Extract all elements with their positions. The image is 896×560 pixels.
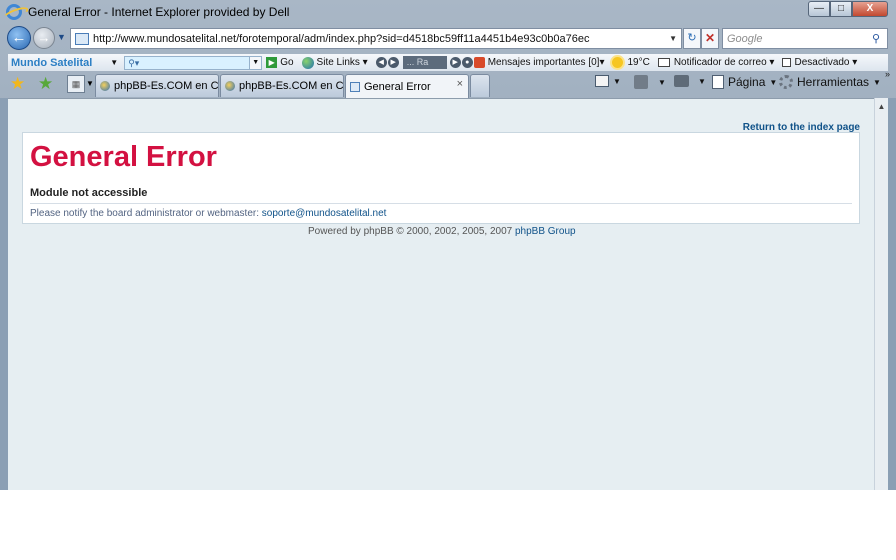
tab-row: ★ ★ ▦ ▼ phpBB-Es.COM en Ca... phpBB-Es.C… [0,69,896,98]
toolbar-brand[interactable]: Mundo Satelital [11,57,92,69]
chevron-down-icon[interactable]: ▼ [110,58,118,67]
chevron-down-icon[interactable]: ▼ [613,77,621,86]
tab-label: phpBB-Es.COM en Ca... [114,80,219,92]
favorites-star-icon[interactable]: ★ [10,75,25,93]
error-subtitle: Module not accessible [30,187,148,199]
toolbar-search-dropdown[interactable]: ▼ [250,55,263,70]
address-input[interactable]: http://www.mundosatelital.net/forotempor… [93,33,669,45]
forward-button[interactable]: → [33,27,55,49]
disabled-icon [782,58,792,67]
blank-area [0,490,896,560]
stop-button[interactable]: ✕ [701,28,719,49]
powered-text: Powered by phpBB © 2000, 2002, 2005, 200… [308,226,515,237]
notify-message: Please notify the board administrator or… [30,208,386,219]
more-commands-icon[interactable]: » [885,69,890,79]
close-tab-icon[interactable]: × [457,78,463,90]
page-favicon-icon [350,81,360,92]
chevron-down-icon[interactable]: ▼ [698,77,706,86]
print-button[interactable]: ▼ [674,75,706,87]
messages-label: Mensajes importantes [487,57,586,68]
window-title: General Error - Internet Explorer provid… [28,5,290,19]
maximize-button[interactable]: □ [830,1,852,17]
sun-icon [612,57,624,68]
navigation-bar: ← → ▼ http://www.mundosatelital.net/foro… [0,25,896,51]
internet-explorer-icon [6,4,22,20]
messages-count: [0] [588,57,600,68]
minimize-button[interactable]: — [808,1,830,17]
add-favorite-icon[interactable]: ★ [38,75,53,93]
go-button[interactable]: Go [280,57,293,68]
tab-2[interactable]: phpBB-Es.COM en Ca... [220,74,344,97]
error-title: General Error [30,141,217,173]
scroll-up-icon[interactable]: ▲ [875,102,888,111]
home-button[interactable]: ▼ [595,75,621,87]
back-button[interactable]: ← [7,26,31,50]
gear-icon [779,75,793,89]
disabled-label: Desactivado [794,57,850,68]
tab-list-dropdown-icon[interactable]: ▼ [86,79,94,88]
window-border-left [0,98,8,490]
address-bar[interactable]: http://www.mundosatelital.net/forotempor… [70,28,682,49]
tools-menu-label: Herramientas [797,75,870,89]
divider [30,203,852,204]
radio-prev-icon[interactable]: ◀ [375,57,387,68]
feed-icon [634,75,648,89]
webmaster-email-link[interactable]: soporte@mundosatelital.net [262,208,387,219]
window-border-right [888,98,896,490]
page-content: Return to the index page General Error M… [8,98,874,490]
quick-tabs-icon[interactable]: ▦ [67,75,85,93]
refresh-button[interactable]: ↻ [683,28,701,49]
search-icon[interactable]: ⚲ [869,32,883,45]
vertical-scrollbar[interactable]: ▲ [874,98,888,490]
phpbb-group-link[interactable]: phpBB Group [515,226,576,237]
page-menu-label: Página [728,75,766,89]
chevron-down-icon: ▼ [873,77,881,87]
new-tab-button[interactable] [470,74,490,97]
page-icon [712,75,724,89]
mundo-satelital-toolbar: Mundo Satelital ▼ ⚲▾ ▼ ▶ Go Site Links ▾… [8,54,888,71]
feeds-button[interactable]: ▼ [634,75,666,89]
title-bar: General Error - Internet Explorer provid… [0,0,896,24]
page-icon [75,32,89,45]
mail-icon [657,58,670,67]
search-input[interactable]: Google [723,33,869,45]
disabled-button[interactable]: Desactivado ▾ [794,57,857,68]
radio-station-select[interactable]: ... Ra [402,56,447,69]
tab-label: phpBB-Es.COM en Ca... [239,80,344,92]
site-links-button[interactable]: Site Links ▾ [317,57,368,68]
radio-next-icon[interactable]: ▶ [387,57,399,68]
phpbb-favicon-icon [225,81,235,91]
toolbar-search-input[interactable]: ⚲▾ [124,55,251,70]
screen: General Error - Internet Explorer provid… [0,0,896,560]
close-button[interactable]: X [852,1,888,17]
go-icon[interactable]: ▶ [266,57,278,68]
search-box[interactable]: Google ⚲ [722,28,888,49]
tab-1[interactable]: phpBB-Es.COM en Ca... [95,74,219,97]
rss-icon [473,57,485,68]
radio-play-icon[interactable]: ▶ [449,57,461,68]
mail-notifier-label: Notificador de correo [673,57,767,68]
address-dropdown-icon[interactable]: ▼ [669,34,677,43]
volume-icon[interactable]: ● [461,57,473,68]
chevron-down-icon[interactable]: ▼ [658,78,666,87]
tab-3[interactable]: General Error × [345,74,469,98]
tab-label: General Error [364,80,431,93]
footer-credit: Powered by phpBB © 2000, 2002, 2005, 200… [308,226,576,237]
home-icon [595,75,609,87]
page-menu-button[interactable]: Página ▼ [712,75,777,89]
mail-notifier-button[interactable]: Notificador de correo ▾ [674,57,775,68]
notify-text: Please notify the board administrator or… [30,208,262,219]
phpbb-favicon-icon [100,81,110,91]
messages-button[interactable]: Mensajes importantes [0]▾ [488,57,605,68]
weather-button[interactable]: 19°C [627,57,649,68]
chevron-down-icon: ▼ [769,77,778,87]
print-icon [674,75,689,87]
tools-menu-button[interactable]: Herramientas ▼ [779,75,881,89]
window-controls: — □ X [808,1,888,17]
recent-pages-dropdown[interactable]: ▼ [57,32,66,42]
globe-icon [301,56,314,69]
error-panel: General Error Module not accessible Plea… [22,132,860,224]
site-links-label: Site Links [316,57,360,68]
